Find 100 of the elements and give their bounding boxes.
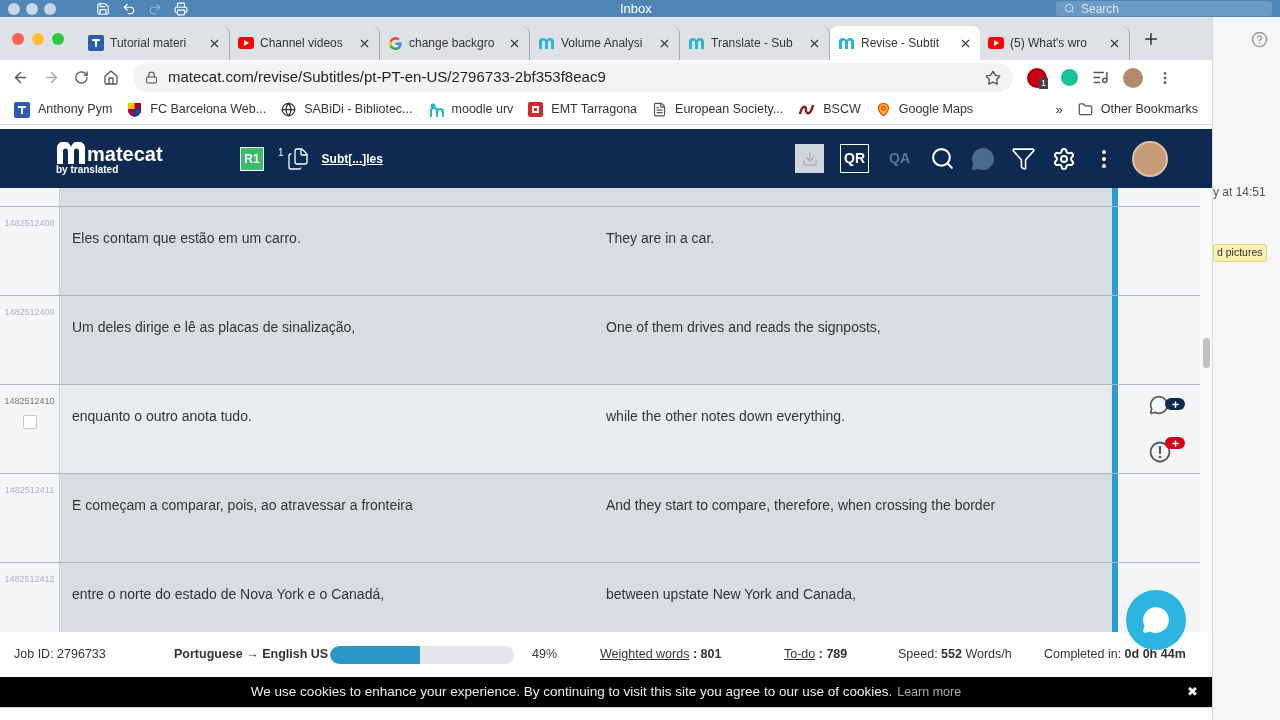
bookmark[interactable]: Google Maps: [875, 100, 974, 119]
bookmark-folder[interactable]: Other Bookmarks: [1077, 100, 1198, 119]
target-text[interactable]: between upstate New York and Canada,: [606, 586, 856, 602]
source-text: Um deles dirige e lê as placas de sinalização,: [72, 319, 356, 335]
scrollbar-thumb[interactable]: [1202, 338, 1210, 368]
globe-icon: [281, 102, 297, 117]
settings-icon[interactable]: [1052, 146, 1076, 171]
browser-tab[interactable]: Channel videos: [260, 34, 352, 52]
completion-time: Completed in: 0d 0h 44m: [1044, 646, 1186, 664]
mail-tag: d pictures: [1213, 244, 1267, 262]
target-text[interactable]: And they start to compare, therefore, when crossing the border: [606, 497, 996, 513]
segment-row[interactable]: Eles contam que estão em um carro. They are in a car.: [60, 207, 1112, 295]
document-icon: [652, 102, 668, 117]
moodle-icon: [427, 101, 444, 118]
weighted-words-count: : 801: [692, 647, 722, 662]
segment-id: 1482512408: [4, 217, 55, 230]
media-icon[interactable]: [1092, 69, 1109, 86]
file-name-link[interactable]: Subt[...]les: [321, 149, 383, 168]
play-icon: [238, 37, 254, 49]
job-id: Job ID: 2796733: [14, 646, 107, 664]
todo-link[interactable]: To-do: [784, 647, 816, 662]
segment-row[interactable]: enquanto o outro anota tudo. while the other notes down everything.: [60, 385, 1112, 473]
avatar[interactable]: [1123, 67, 1143, 88]
reload-icon[interactable]: [74, 70, 89, 85]
source-text: enquanto o outro anota tudo.: [72, 408, 252, 424]
bookmark[interactable]: SABiDi - Bibliotec...: [281, 100, 413, 119]
bookmark[interactable]: EMT Tarragona: [528, 100, 638, 119]
source-text: Eles contam que estão em um carro.: [72, 230, 301, 246]
address-bar[interactable]: matecat.com/revise/Subtitles/pt-PT-en-US/2796733-2bf353f8eac9: [133, 63, 1013, 92]
back-icon[interactable]: [12, 69, 29, 86]
search-icon[interactable]: [930, 146, 955, 171]
search-icon: [1064, 3, 1075, 14]
comments-icon[interactable]: [971, 146, 995, 171]
browser-tab[interactable]: Tutorial materi: [110, 34, 202, 52]
segment-checkbox[interactable]: [22, 414, 37, 429]
folder-icon: [1077, 102, 1093, 117]
help-icon[interactable]: [1251, 31, 1268, 48]
source-text: entre o norte do estado de Nova York e o Canadá,: [72, 586, 385, 602]
segment-row[interactable]: Um deles dirige e lê as placas de sinalização, One of them drives and reads the signposts,: [60, 296, 1112, 384]
cookie-message: We use cookies to enhance your experience. By continuing to visit this site you agree to our use of cookies.: [250, 682, 893, 701]
learn-more-link[interactable]: Learn more: [897, 682, 962, 702]
emt-logo-icon: [528, 102, 544, 117]
extension-icon[interactable]: 1: [1027, 67, 1047, 88]
m-logo-icon: [688, 37, 705, 49]
bookmark[interactable]: Anthony Pym: [14, 100, 113, 119]
print-icon[interactable]: [174, 1, 188, 16]
save-icon[interactable]: [96, 1, 110, 16]
user-avatar[interactable]: [1132, 140, 1168, 177]
play-icon: [988, 37, 1004, 49]
close-button[interactable]: ✖: [1187, 682, 1198, 702]
todo-count: : 789: [818, 647, 848, 662]
undo-icon[interactable]: [122, 1, 136, 16]
alert-icon: [1149, 441, 1171, 463]
segment-row[interactable]: E começam a comparar, pois, ao atravessar a fronteira And they start to compare, therefore, when crossing the border: [60, 474, 1112, 562]
bookmark[interactable]: BSCW: [798, 100, 861, 119]
plus-icon: [1170, 399, 1180, 409]
matecat-logo[interactable]: matecat by translated: [56, 141, 180, 176]
bookmark-star-icon[interactable]: [985, 69, 1001, 86]
plus-icon: [1170, 438, 1180, 448]
target-text[interactable]: They are in a car.: [606, 230, 715, 246]
chat-icon: [1142, 606, 1170, 634]
files-icon[interactable]: [285, 146, 310, 171]
map-pin-icon: [875, 102, 891, 117]
segment-id: 1482512409: [4, 306, 55, 319]
segment-id: 1482512411: [4, 484, 55, 497]
window-title: Inbox: [620, 0, 652, 18]
g-logo-icon: [388, 35, 403, 51]
segment-row[interactable]: entre o norte do estado de Nova York e o Canadá, between upstate New York and Canada,: [60, 563, 1112, 632]
qr-button[interactable]: QR: [840, 144, 869, 173]
browser-tab[interactable]: Translate - Sub: [711, 34, 802, 52]
speed: Speed: 552 Words/h: [898, 646, 1013, 664]
bookmark[interactable]: FC Barcelona Web...: [127, 100, 267, 119]
source-text: E começam a comparar, pois, ao atravessar a fronteira: [72, 497, 413, 513]
bscw-logo-icon: [798, 103, 816, 116]
browser-tab[interactable]: Volume Analysi: [561, 34, 652, 52]
revision-badge: R1: [240, 146, 264, 171]
file-count: 1: [278, 146, 284, 160]
browser-tab[interactable]: change backgro: [409, 34, 502, 52]
comment-icon: [1149, 395, 1169, 415]
target-text[interactable]: One of them drives and reads the signposts,: [606, 319, 881, 335]
crest-icon: [127, 101, 143, 118]
logo-icon: [88, 35, 104, 51]
bookmark[interactable]: European Society...: [652, 100, 784, 119]
home-icon[interactable]: [103, 69, 119, 86]
target-text[interactable]: while the other notes down everything.: [606, 408, 845, 424]
segment-id: 1482512412: [4, 573, 55, 586]
browser-tab[interactable]: (5) What's wro: [1010, 34, 1102, 52]
mail-time: y at 14:51: [1213, 184, 1266, 201]
bookmark[interactable]: moodle urv: [427, 100, 514, 119]
more-bookmarks-button[interactable]: »: [1055, 99, 1063, 120]
weighted-words-link[interactable]: Weighted words: [600, 647, 690, 662]
add-issue-button[interactable]: [1149, 437, 1185, 463]
download-icon: [801, 150, 818, 167]
filter-icon[interactable]: [1011, 146, 1036, 171]
logo-icon: [14, 101, 30, 118]
m-logo-icon: [838, 37, 855, 49]
progress-percent: 49%: [532, 646, 559, 664]
lock-icon: [145, 71, 158, 84]
m-logo-icon: [538, 37, 555, 49]
add-comment-button[interactable]: [1149, 395, 1185, 415]
